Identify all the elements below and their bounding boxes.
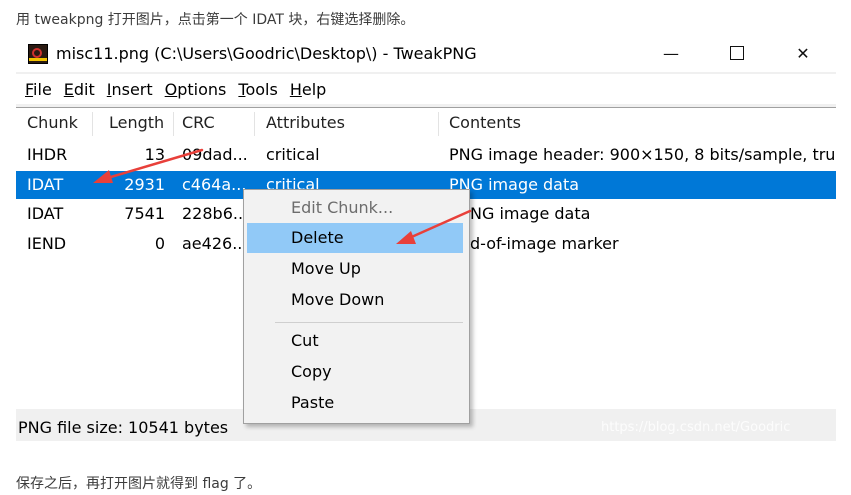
cell-crc: 09dad... xyxy=(182,145,248,164)
context-menu: Edit Chunk... Delete Move Up Move Down C… xyxy=(243,189,470,424)
cell-length: 2931 xyxy=(124,175,165,194)
menu-options[interactable]: Options xyxy=(165,80,227,99)
maximize-icon xyxy=(730,46,744,60)
column-header-crc[interactable]: CRC xyxy=(182,108,215,138)
cell-chunk: IEND xyxy=(27,234,67,253)
menu-edit[interactable]: Edit xyxy=(64,80,95,99)
table-row[interactable]: IHDR 13 09dad... critical PNG image head… xyxy=(16,141,836,169)
cell-contents: NG image data xyxy=(470,204,591,223)
window-title: misc11.png (C:\Users\Goodric\Desktop\) -… xyxy=(56,44,477,63)
cell-crc: c464a... xyxy=(182,175,247,194)
cell-length: 7541 xyxy=(124,204,165,223)
minimize-icon: — xyxy=(663,43,679,63)
cell-length: 13 xyxy=(144,145,165,164)
minimize-button[interactable]: — xyxy=(648,36,694,70)
menu-edit-chunk[interactable]: Edit Chunk... xyxy=(247,193,463,223)
menu-copy[interactable]: Copy xyxy=(247,357,463,387)
menu-bar: File Edit Insert Options Tools Help xyxy=(16,74,836,104)
close-button[interactable]: ✕ xyxy=(780,36,826,70)
cell-crc: 228b6... xyxy=(182,204,249,223)
top-caption: 用 tweakpng 打开图片，点击第一个 IDAT 块，右键选择删除。 xyxy=(16,12,415,28)
column-header-attributes[interactable]: Attributes xyxy=(266,108,345,138)
watermark: https://blog.csdn.net/Goodric xyxy=(601,420,791,435)
menu-cut[interactable]: Cut xyxy=(247,326,463,356)
cell-length: 0 xyxy=(154,234,165,253)
maximize-button[interactable] xyxy=(714,36,760,70)
cell-chunk: IHDR xyxy=(27,145,68,164)
bottom-caption: 保存之后，再打开图片就得到 flag 了。 xyxy=(16,476,262,492)
title-bar: misc11.png (C:\Users\Goodric\Desktop\) -… xyxy=(16,36,836,72)
menu-insert[interactable]: Insert xyxy=(107,80,153,99)
cell-contents: PNG image header: 900×150, 8 bits/sample… xyxy=(449,145,836,164)
file-size-status: PNG file size: 10541 bytes xyxy=(18,418,229,437)
cell-chunk: IDAT xyxy=(27,175,64,194)
column-header-chunk[interactable]: Chunk xyxy=(27,108,78,138)
list-header: Chunk Length CRC Attributes Contents xyxy=(16,108,836,138)
column-header-length[interactable]: Length xyxy=(109,108,164,138)
tweakpng-app-icon xyxy=(28,44,48,64)
cell-crc: ae426... xyxy=(182,234,248,253)
cell-attributes: critical xyxy=(266,145,320,164)
menu-separator xyxy=(275,322,463,323)
column-header-contents[interactable]: Contents xyxy=(449,108,521,138)
cell-chunk: IDAT xyxy=(27,204,64,223)
menu-move-up[interactable]: Move Up xyxy=(247,254,463,284)
menu-tools[interactable]: Tools xyxy=(238,80,277,99)
menu-help[interactable]: Help xyxy=(290,80,326,99)
close-icon: ✕ xyxy=(796,43,810,63)
menu-paste[interactable]: Paste xyxy=(247,388,463,418)
menu-delete[interactable]: Delete xyxy=(247,223,463,253)
menu-move-down[interactable]: Move Down xyxy=(247,285,463,315)
cell-contents: d-of-image marker xyxy=(470,234,619,253)
menu-file[interactable]: File xyxy=(25,80,52,99)
